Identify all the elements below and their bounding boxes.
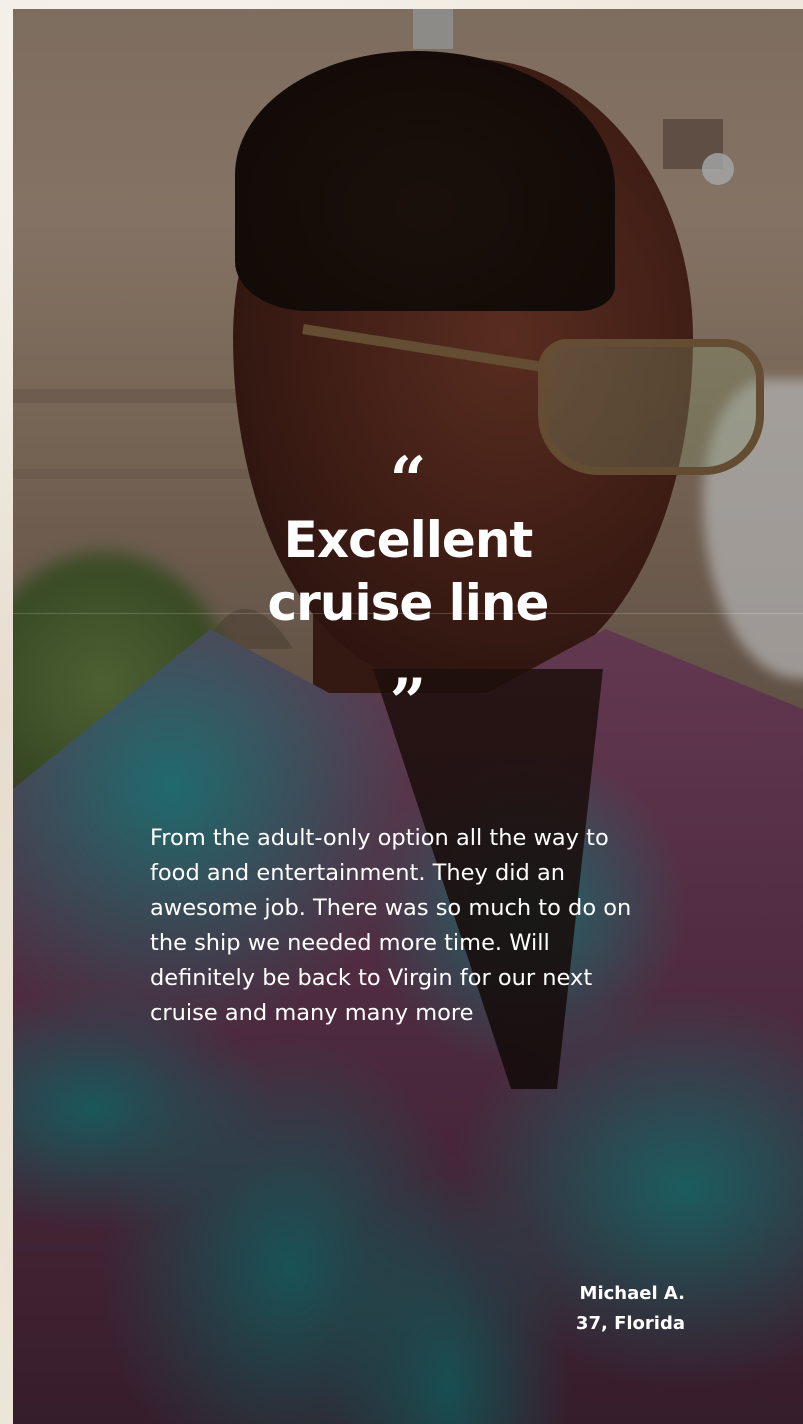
testimonial-author: Michael A. 37, Florida [533,1279,685,1339]
open-quote-icon: “ [389,443,427,518]
author-name: Michael A. [579,1283,685,1304]
close-quote-icon: ” [389,665,427,740]
headline-line-2: cruise line [267,574,550,632]
headline-line-1: Excellent [283,511,534,569]
author-details: 37, Florida [575,1313,685,1334]
testimonial-card: “ Excellent cruise line ” From the adult… [13,9,803,1424]
testimonial-headline: Excellent cruise line [13,509,803,635]
testimonial-body: From the adult-only option all the way t… [150,825,632,1026]
